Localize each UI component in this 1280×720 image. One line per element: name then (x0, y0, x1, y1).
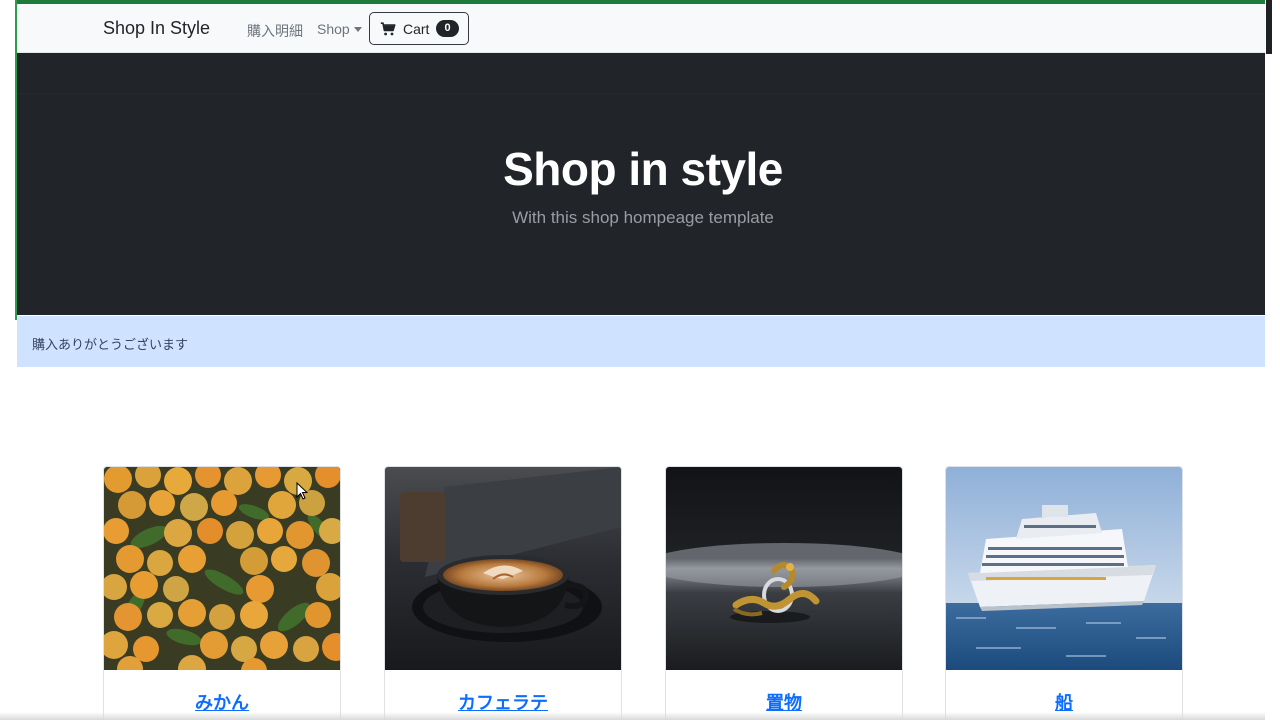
cart-label: Cart (403, 21, 430, 37)
mouse-cursor-icon (296, 482, 308, 500)
cart-icon (380, 22, 396, 36)
cart-count-badge: 0 (436, 20, 459, 37)
dragon-ring-figurine-photo (666, 467, 902, 670)
nav-shop-label: Shop (317, 21, 350, 37)
product-card: カフェラテ (384, 466, 622, 720)
alert-message: 購入ありがとうございます (32, 337, 189, 352)
product-image-figurine[interactable] (666, 467, 902, 670)
cruise-ship-photo (946, 467, 1182, 670)
nav-dropdown-shop[interactable]: Shop (317, 21, 362, 37)
hero-title: Shop in style (503, 143, 783, 195)
shop-page: Shop In Style 購入明細 Shop Cart 0 Shop in s… (17, 4, 1265, 720)
nav-link-purchase-history[interactable]: 購入明細 (247, 21, 303, 41)
scrollbar[interactable] (1265, 0, 1280, 720)
hero-banner: Shop in style With this shop hompeage te… (17, 53, 1265, 315)
product-image-ship[interactable] (946, 467, 1182, 670)
brand-link[interactable]: Shop In Style (103, 18, 210, 39)
purchase-thanks-alert: 購入ありがとうございます (17, 316, 1265, 367)
cart-button[interactable]: Cart 0 (369, 12, 469, 45)
product-card: 置物 (665, 466, 903, 720)
hero-divider (17, 93, 1265, 94)
browser-viewport: Shop In Style 購入明細 Shop Cart 0 Shop in s… (0, 0, 1280, 720)
product-image-cafe-latte[interactable] (385, 467, 621, 670)
bottom-edge-shadow (0, 712, 1265, 720)
product-card: 船 (945, 466, 1183, 720)
scrollbar-thumb[interactable] (1266, 0, 1272, 54)
caret-down-icon (353, 27, 362, 32)
latte-art-cup-photo (385, 467, 621, 670)
top-navbar: Shop In Style 購入明細 Shop Cart 0 (17, 4, 1265, 53)
hero-subtitle: With this shop hompeage template (512, 208, 774, 227)
product-card: みかん (103, 466, 341, 720)
